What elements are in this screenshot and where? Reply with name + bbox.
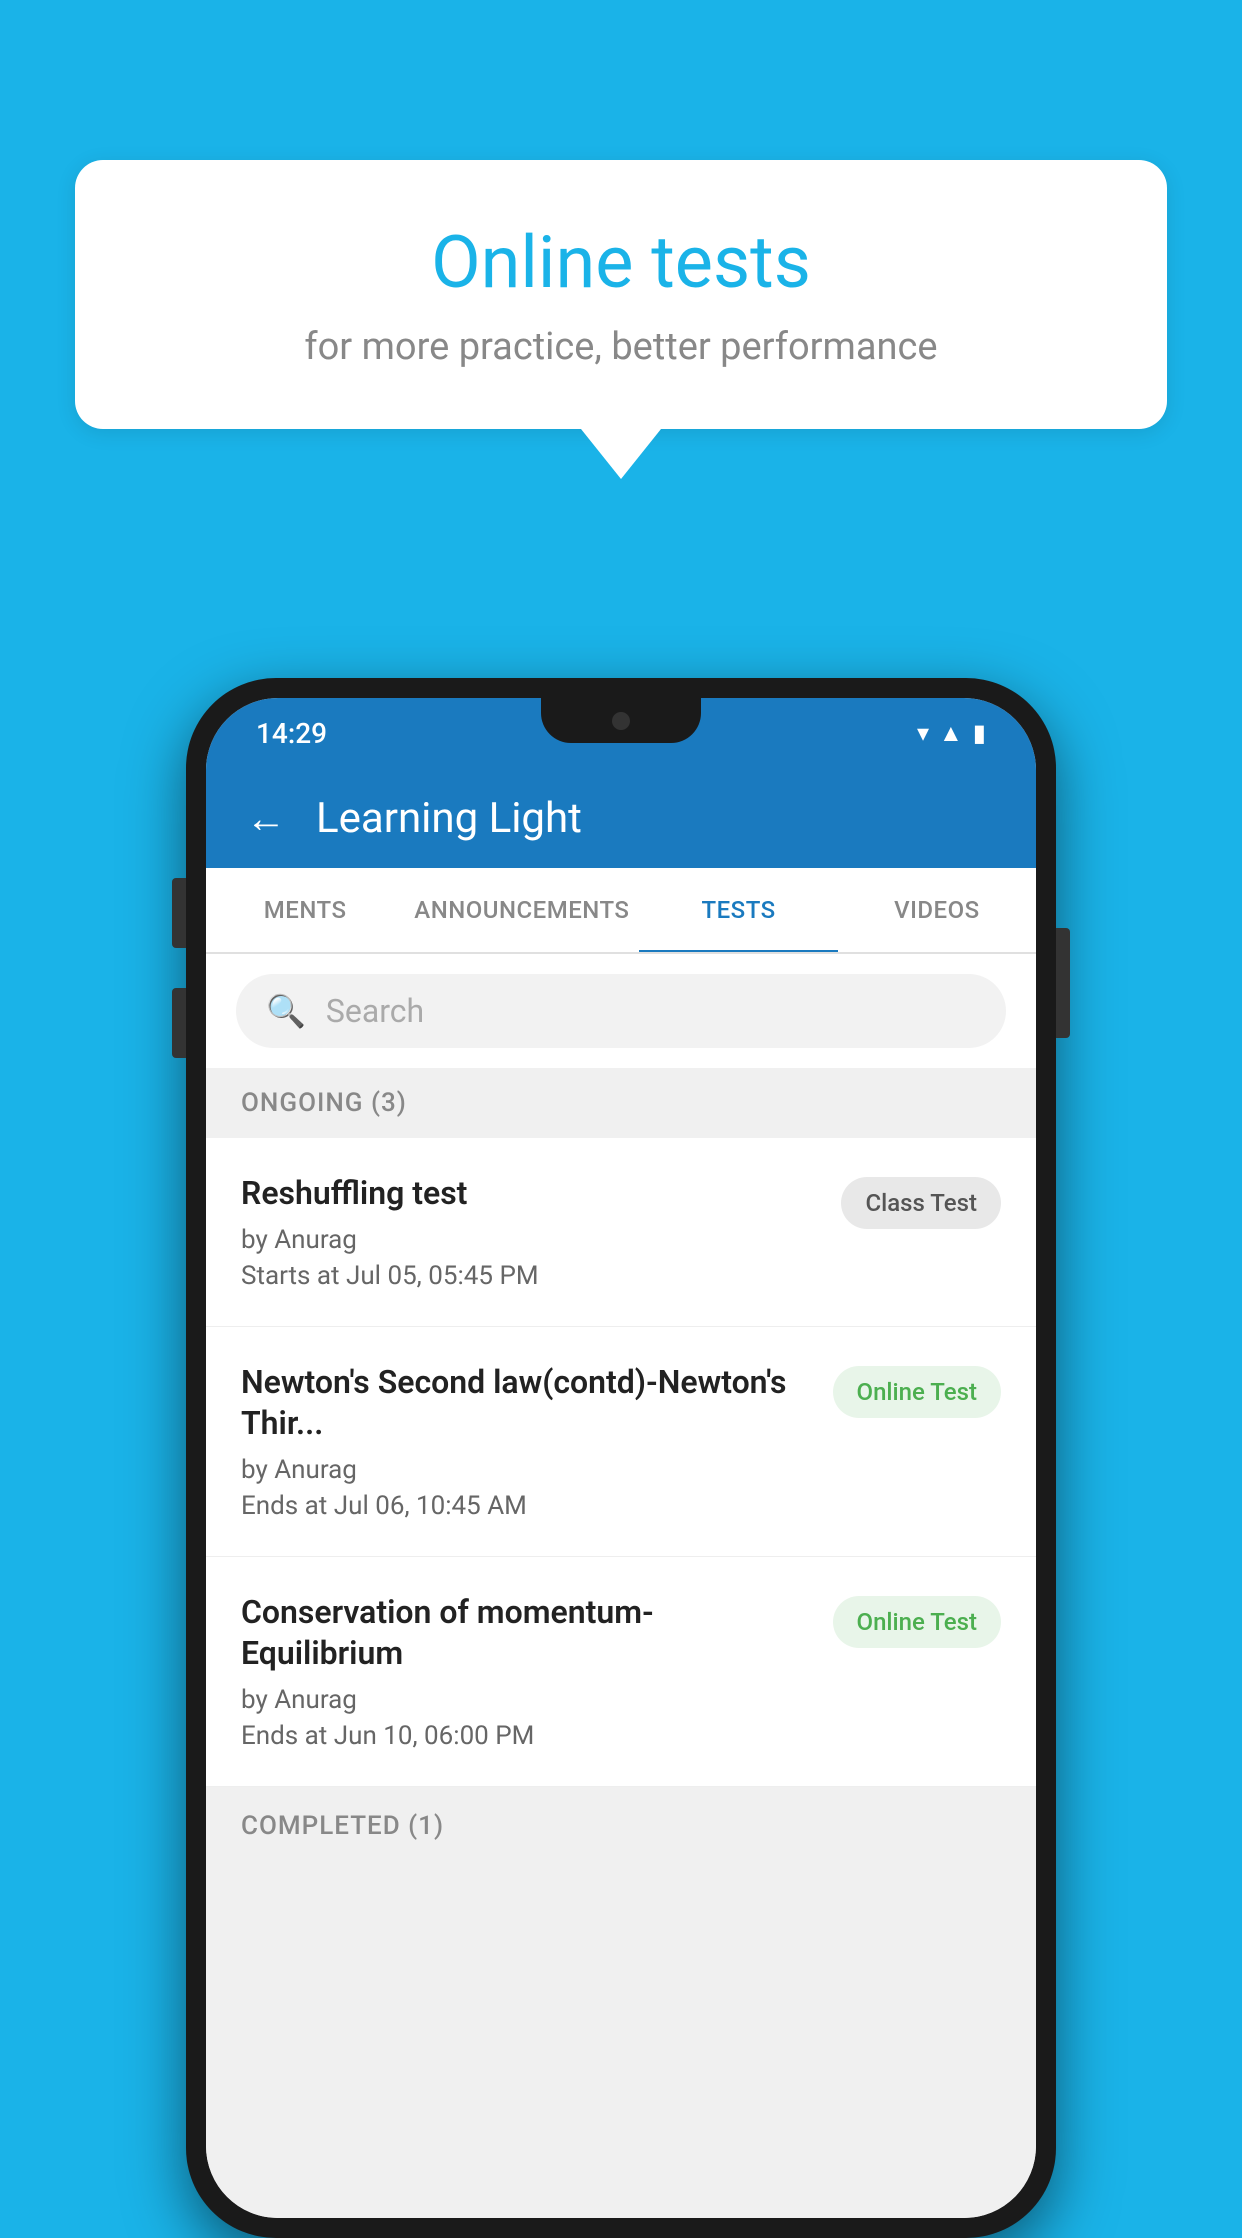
camera-dot xyxy=(612,712,630,730)
phone-frame: 14:29 ▾ ▲ ▮ ← Learning Light MENTS ANNOU… xyxy=(186,678,1056,2238)
search-container: 🔍 Search xyxy=(206,954,1036,1068)
status-bar: 14:29 ▾ ▲ ▮ xyxy=(206,698,1036,768)
test-badge-3: Online Test xyxy=(833,1596,1001,1648)
tab-announcements[interactable]: ANNOUNCEMENTS xyxy=(404,868,639,952)
test-author-1: by Anurag xyxy=(241,1225,821,1255)
signal-icon: ▲ xyxy=(939,719,963,748)
speech-bubble: Online tests for more practice, better p… xyxy=(75,160,1167,429)
ongoing-section-header: ONGOING (3) xyxy=(206,1068,1036,1138)
test-date-3: Ends at Jun 10, 06:00 PM xyxy=(241,1721,813,1751)
completed-section-header: COMPLETED (1) xyxy=(206,1791,1036,1861)
status-icons: ▾ ▲ ▮ xyxy=(917,719,986,748)
test-info-2: Newton's Second law(contd)-Newton's Thir… xyxy=(241,1362,833,1521)
test-card-1[interactable]: Reshuffling test by Anurag Starts at Jul… xyxy=(206,1138,1036,1327)
app-title: Learning Light xyxy=(316,794,582,843)
volume-down-button xyxy=(172,988,186,1058)
tabs-bar: MENTS ANNOUNCEMENTS TESTS VIDEOS xyxy=(206,868,1036,954)
notch xyxy=(541,698,701,743)
search-placeholder: Search xyxy=(326,992,424,1030)
back-button[interactable]: ← xyxy=(246,795,286,842)
phone-screen: 14:29 ▾ ▲ ▮ ← Learning Light MENTS ANNOU… xyxy=(206,698,1036,2218)
status-time: 14:29 xyxy=(256,717,327,750)
bubble-subtitle: for more practice, better performance xyxy=(155,325,1087,369)
test-card-2[interactable]: Newton's Second law(contd)-Newton's Thir… xyxy=(206,1327,1036,1557)
battery-icon: ▮ xyxy=(973,719,986,747)
test-title-1: Reshuffling test xyxy=(241,1173,821,1215)
test-badge-1: Class Test xyxy=(841,1177,1001,1229)
tab-videos[interactable]: VIDEOS xyxy=(838,868,1036,952)
search-icon: 🔍 xyxy=(266,992,306,1030)
speech-bubble-container: Online tests for more practice, better p… xyxy=(75,160,1167,479)
volume-up-button xyxy=(172,878,186,948)
test-author-3: by Anurag xyxy=(241,1685,813,1715)
test-author-2: by Anurag xyxy=(241,1455,813,1485)
content-list: ONGOING (3) Reshuffling test by Anurag S… xyxy=(206,1068,1036,2218)
tab-ments[interactable]: MENTS xyxy=(206,868,404,952)
app-bar: ← Learning Light xyxy=(206,768,1036,868)
test-title-2: Newton's Second law(contd)-Newton's Thir… xyxy=(241,1362,813,1445)
power-button xyxy=(1056,928,1070,1038)
test-date-1: Starts at Jul 05, 05:45 PM xyxy=(241,1261,821,1291)
tab-tests[interactable]: TESTS xyxy=(639,868,837,952)
wifi-icon: ▾ xyxy=(917,719,929,747)
test-badge-2: Online Test xyxy=(833,1366,1001,1418)
test-date-2: Ends at Jul 06, 10:45 AM xyxy=(241,1491,813,1521)
bubble-arrow xyxy=(581,429,661,479)
test-card-3[interactable]: Conservation of momentum-Equilibrium by … xyxy=(206,1557,1036,1787)
test-info-3: Conservation of momentum-Equilibrium by … xyxy=(241,1592,833,1751)
test-info-1: Reshuffling test by Anurag Starts at Jul… xyxy=(241,1173,841,1291)
search-box[interactable]: 🔍 Search xyxy=(236,974,1006,1048)
test-title-3: Conservation of momentum-Equilibrium xyxy=(241,1592,813,1675)
bubble-title: Online tests xyxy=(155,220,1087,305)
